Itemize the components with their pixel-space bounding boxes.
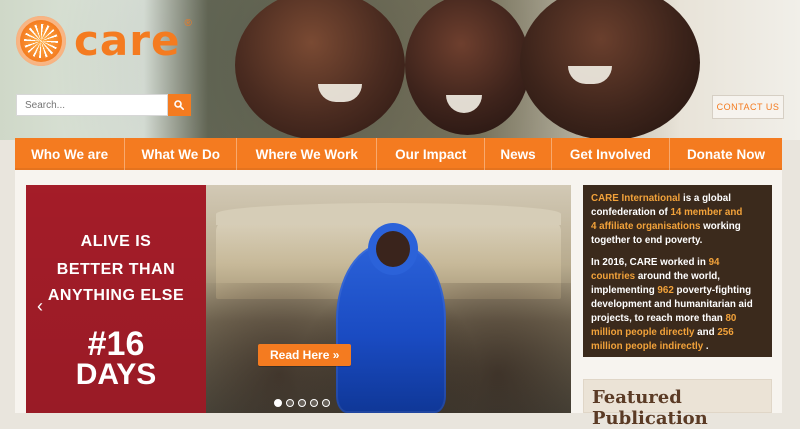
about-info-box: CARE International is a global confedera… bbox=[583, 185, 772, 357]
chevron-left-icon[interactable]: ‹ bbox=[37, 296, 43, 317]
slide-photo bbox=[206, 185, 571, 413]
care-international-link[interactable]: CARE International bbox=[591, 193, 680, 204]
slider-dot[interactable] bbox=[286, 399, 294, 407]
registered-mark: ® bbox=[184, 17, 192, 29]
nav-item-donate-now[interactable]: Donate Now bbox=[670, 138, 782, 170]
nav-item-where-we-work[interactable]: Where We Work bbox=[237, 138, 378, 170]
nav-item-news[interactable]: News bbox=[485, 138, 552, 170]
nav-item-who-we-are[interactable]: Who We are bbox=[15, 138, 126, 170]
featured-publication-title: Featured Publication bbox=[592, 387, 708, 429]
woman-in-blue bbox=[336, 243, 446, 413]
search-button[interactable] bbox=[167, 94, 191, 116]
site-logo[interactable]: care ® bbox=[16, 16, 196, 66]
nav-item-get-involved[interactable]: Get Involved bbox=[552, 138, 670, 170]
logo-text: care bbox=[74, 16, 181, 65]
featured-publication-box[interactable]: Featured Publication bbox=[583, 379, 772, 429]
campaign-days: DAYS bbox=[75, 358, 157, 391]
info-text: and bbox=[694, 327, 718, 338]
search-input[interactable] bbox=[16, 94, 168, 116]
woman-head bbox=[376, 231, 410, 267]
child-face bbox=[405, 0, 530, 135]
read-more-button[interactable]: Read Here » bbox=[258, 344, 352, 366]
campaign-title-line: BETTER THAN bbox=[56, 261, 176, 278]
info-text: In 2016, CARE worked in bbox=[591, 257, 709, 268]
info-paragraph-1: CARE International is a global confedera… bbox=[591, 192, 764, 248]
info-paragraph-2: In 2016, CARE worked in 94 countries aro… bbox=[591, 256, 764, 354]
main-nav: Who We are What We Do Where We Work Our … bbox=[15, 138, 782, 170]
nav-item-what-we-do[interactable]: What We Do bbox=[125, 138, 238, 170]
search-bar bbox=[16, 94, 191, 116]
slide-campaign-panel: ALIVE IS BETTER THAN ANYTHING ELSE #16 D… bbox=[26, 185, 206, 413]
slider-dot[interactable] bbox=[322, 399, 330, 407]
contact-us-button[interactable]: CONTACT US bbox=[712, 95, 784, 119]
hero-slider[interactable]: ALIVE IS BETTER THAN ANYTHING ELSE #16 D… bbox=[26, 185, 571, 413]
search-icon bbox=[174, 100, 185, 110]
care-logo-icon bbox=[16, 16, 66, 66]
slider-dot[interactable] bbox=[274, 399, 282, 407]
slider-dot[interactable] bbox=[310, 399, 318, 407]
nav-item-our-impact[interactable]: Our Impact bbox=[377, 138, 486, 170]
campaign-title-line: ANYTHING ELSE bbox=[47, 287, 185, 304]
campaign-title-line: ALIVE IS bbox=[80, 233, 152, 250]
slider-dots bbox=[274, 399, 330, 407]
affiliate-highlight[interactable]: 4 affiliate organisations bbox=[591, 221, 700, 232]
projects-highlight[interactable]: 962 bbox=[657, 285, 673, 296]
info-text: . bbox=[703, 341, 709, 352]
member-highlight[interactable]: 14 member and bbox=[670, 207, 742, 218]
slider-dot[interactable] bbox=[298, 399, 306, 407]
